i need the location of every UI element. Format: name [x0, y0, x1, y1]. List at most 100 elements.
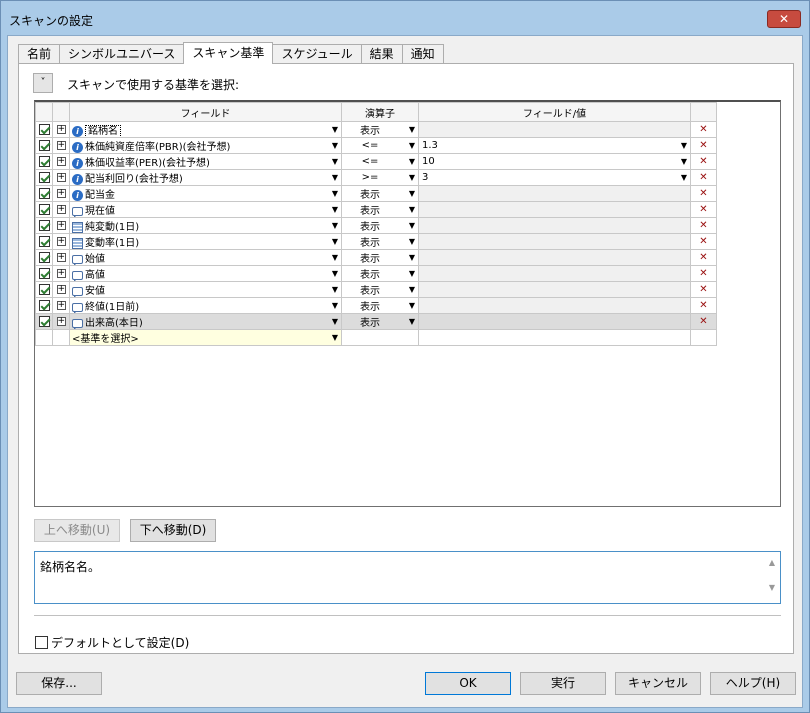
- criteria-row[interactable]: + 純変動(1日) ▼ 表示 ▼ ✕: [35, 217, 717, 234]
- tab-results[interactable]: 結果: [360, 44, 403, 64]
- criteria-row[interactable]: + 現在値 ▼ 表示 ▼ ✕: [35, 201, 717, 218]
- chevron-down-icon[interactable]: ▼: [332, 299, 338, 313]
- delete-row-icon[interactable]: ✕: [690, 297, 717, 314]
- field-select[interactable]: 現在値 ▼: [69, 201, 342, 218]
- delete-row-icon[interactable]: ✕: [690, 249, 717, 266]
- row-checkbox[interactable]: [38, 171, 50, 183]
- header-value[interactable]: フィールド/値: [418, 102, 691, 122]
- scroll-down-icon[interactable]: ▼: [766, 583, 778, 592]
- chevron-down-icon[interactable]: ▼: [332, 123, 338, 137]
- expand-icon[interactable]: +: [56, 268, 66, 278]
- delete-row-icon[interactable]: ✕: [690, 185, 717, 202]
- row-checkbox[interactable]: [38, 251, 50, 263]
- delete-row-icon[interactable]: ✕: [690, 169, 717, 186]
- criteria-row[interactable]: + i 株価収益率(PER)(会社予想) ▼ <= ▼ 10 ▼ ✕: [35, 153, 717, 170]
- criteria-row[interactable]: + 変動率(1日) ▼ 表示 ▼ ✕: [35, 233, 717, 250]
- field-select[interactable]: 始値 ▼: [69, 249, 342, 266]
- chevron-down-icon[interactable]: ▼: [681, 139, 687, 153]
- operator-select[interactable]: 表示 ▼: [341, 281, 419, 298]
- tab-symbol-universe[interactable]: シンボルユニバース: [59, 44, 185, 64]
- row-checkbox[interactable]: [38, 203, 50, 215]
- operator-select[interactable]: 表示 ▼: [341, 265, 419, 282]
- field-select[interactable]: 変動率(1日) ▼: [69, 233, 342, 250]
- criteria-row[interactable]: + i 銘柄名 ▼ 表示 ▼ ✕: [35, 121, 717, 138]
- chevron-down-icon[interactable]: ▼: [332, 155, 338, 169]
- chevron-down-icon[interactable]: ▼: [409, 315, 415, 329]
- move-down-button[interactable]: 下へ移動(D): [130, 519, 216, 542]
- criteria-row[interactable]: + i 株価純資産倍率(PBR)(会社予想) ▼ <= ▼ 1.3 ▼ ✕: [35, 137, 717, 154]
- operator-select[interactable]: 表示 ▼: [341, 201, 419, 218]
- value-field[interactable]: 1.3 ▼: [418, 137, 691, 154]
- chevron-down-icon[interactable]: ▼: [409, 299, 415, 313]
- expand-icon[interactable]: +: [56, 204, 66, 214]
- chevron-down-icon[interactable]: ▼: [332, 139, 338, 153]
- chevron-down-icon[interactable]: ▼: [681, 171, 687, 185]
- field-select[interactable]: i 配当利回り(会社予想) ▼: [69, 169, 342, 186]
- tab-notifications[interactable]: 通知: [401, 44, 444, 64]
- row-checkbox[interactable]: [38, 219, 50, 231]
- chevron-down-icon[interactable]: ▼: [409, 155, 415, 169]
- chevron-down-icon[interactable]: ▼: [332, 315, 338, 329]
- criteria-row[interactable]: + i 配当金 ▼ 表示 ▼ ✕: [35, 185, 717, 202]
- operator-select[interactable]: 表示 ▼: [341, 185, 419, 202]
- operator-select[interactable]: 表示 ▼: [341, 233, 419, 250]
- delete-row-icon[interactable]: ✕: [690, 137, 717, 154]
- header-operator[interactable]: 演算子: [341, 102, 419, 122]
- row-checkbox[interactable]: [38, 123, 50, 135]
- row-checkbox[interactable]: [38, 267, 50, 279]
- operator-select[interactable]: 表示 ▼: [341, 121, 419, 138]
- chevron-down-icon[interactable]: ▼: [409, 203, 415, 217]
- delete-row-icon[interactable]: ✕: [690, 281, 717, 298]
- chevron-down-icon[interactable]: ▼: [409, 267, 415, 281]
- row-checkbox[interactable]: [38, 315, 50, 327]
- expand-icon[interactable]: +: [56, 284, 66, 294]
- ok-button[interactable]: OK: [425, 672, 511, 695]
- delete-row-icon[interactable]: ✕: [690, 217, 717, 234]
- field-select[interactable]: i 銘柄名 ▼: [69, 121, 342, 138]
- delete-row-icon[interactable]: ✕: [690, 121, 717, 138]
- set-default-checkbox[interactable]: デフォルトとして設定(D): [35, 634, 189, 651]
- expand-icon[interactable]: +: [56, 172, 66, 182]
- chevron-down-icon[interactable]: ▼: [409, 283, 415, 297]
- expand-icon[interactable]: +: [56, 156, 66, 166]
- close-button[interactable]: ✕: [767, 10, 801, 28]
- chevron-down-icon[interactable]: ▼: [332, 331, 338, 345]
- field-select[interactable]: i 株価収益率(PER)(会社予想) ▼: [69, 153, 342, 170]
- delete-row-icon[interactable]: ✕: [690, 153, 717, 170]
- field-select[interactable]: i 配当金 ▼: [69, 185, 342, 202]
- expand-icon[interactable]: +: [56, 188, 66, 198]
- field-select[interactable]: 出来高(本日) ▼: [69, 313, 342, 330]
- expand-icon[interactable]: +: [56, 252, 66, 262]
- chevron-down-icon[interactable]: ▼: [332, 187, 338, 201]
- run-button[interactable]: 実行: [520, 672, 606, 695]
- field-select[interactable]: 安値 ▼: [69, 281, 342, 298]
- expand-icon[interactable]: +: [56, 220, 66, 230]
- help-button[interactable]: ヘルプ(H): [710, 672, 796, 695]
- value-field[interactable]: 10 ▼: [418, 153, 691, 170]
- tab-name[interactable]: 名前: [18, 44, 61, 64]
- delete-row-icon[interactable]: ✕: [690, 313, 717, 330]
- delete-row-icon[interactable]: ✕: [690, 265, 717, 282]
- row-checkbox[interactable]: [38, 283, 50, 295]
- expand-icon[interactable]: +: [56, 140, 66, 150]
- tab-scan-criteria[interactable]: スキャン基準: [183, 42, 274, 64]
- operator-select[interactable]: 表示 ▼: [341, 249, 419, 266]
- chevron-down-icon[interactable]: ▼: [409, 187, 415, 201]
- row-checkbox[interactable]: [38, 299, 50, 311]
- chevron-down-icon[interactable]: ˅: [33, 73, 53, 93]
- chevron-down-icon[interactable]: ▼: [681, 155, 687, 169]
- row-checkbox[interactable]: [38, 139, 50, 151]
- delete-row-icon[interactable]: ✕: [690, 201, 717, 218]
- expand-icon[interactable]: +: [56, 300, 66, 310]
- expand-icon[interactable]: +: [56, 236, 66, 246]
- chevron-down-icon[interactable]: ▼: [409, 251, 415, 265]
- cancel-button[interactable]: キャンセル: [615, 672, 701, 695]
- chevron-down-icon[interactable]: ▼: [409, 171, 415, 185]
- row-checkbox[interactable]: [38, 155, 50, 167]
- operator-select[interactable]: 表示 ▼: [341, 313, 419, 330]
- operator-select[interactable]: 表示 ▼: [341, 297, 419, 314]
- chevron-down-icon[interactable]: ▼: [332, 251, 338, 265]
- chevron-down-icon[interactable]: ▼: [332, 283, 338, 297]
- field-select[interactable]: 純変動(1日) ▼: [69, 217, 342, 234]
- criteria-row[interactable]: + 安値 ▼ 表示 ▼ ✕: [35, 281, 717, 298]
